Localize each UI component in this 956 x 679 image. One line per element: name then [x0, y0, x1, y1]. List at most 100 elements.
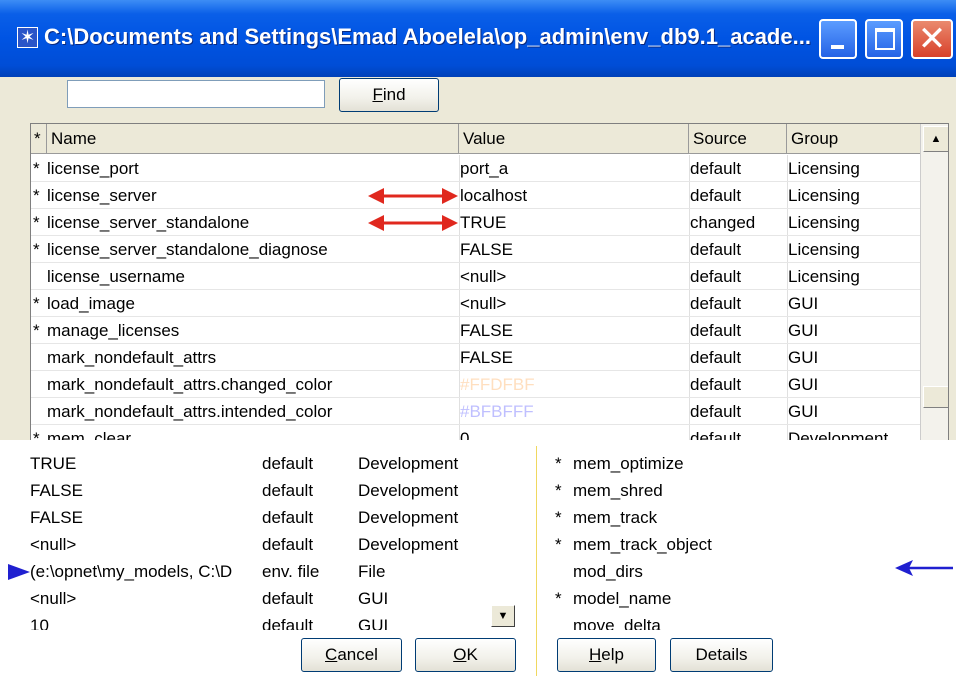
table-row[interactable]: * license_server localhost default Licensing [31, 182, 920, 209]
search-input[interactable] [67, 80, 325, 108]
find-button[interactable]: Find [339, 78, 439, 112]
list-item[interactable]: 10 default GUI [0, 612, 530, 630]
cancel-button[interactable]: Cancel [301, 638, 402, 672]
table-row[interactable]: * license_server_standalone TRUE changed Lic… [31, 209, 920, 236]
table-header: * Name Value Source Group [31, 124, 920, 154]
attribute-group: GUI [788, 348, 819, 367]
attribute-group: Development [358, 454, 459, 473]
header-group[interactable]: Group [787, 124, 920, 154]
details-label: Details [695, 645, 748, 664]
table-row[interactable]: mark_nondefault_attrs.intended_color #BFB… [31, 398, 920, 425]
attribute-group: Licensing [788, 240, 860, 259]
double-arrow-icon [368, 215, 458, 231]
find-label: ind [382, 85, 406, 104]
attribute-value[interactable]: #BFBFFF [460, 398, 688, 425]
find-hotkey: F [372, 85, 383, 104]
modified-mark: * [555, 589, 562, 608]
close-button[interactable]: ✕ [911, 19, 953, 59]
header-source[interactable]: Source [689, 124, 787, 154]
header-mark[interactable]: * [31, 124, 47, 154]
list-item[interactable]: FALSE default Development [0, 477, 530, 504]
attribute-value[interactable]: <null> [460, 290, 688, 317]
attribute-value[interactable]: TRUE [460, 209, 688, 236]
scrollbar-thumb[interactable] [923, 386, 948, 408]
table-row[interactable]: mark_nondefault_attrs FALSE default GUI [31, 344, 920, 371]
attribute-value: FALSE [30, 481, 83, 500]
modified-mark: * [555, 454, 562, 473]
attribute-source: changed [690, 213, 756, 232]
minimize-button[interactable] [819, 19, 857, 59]
attribute-group: GUI [788, 321, 819, 340]
table-row[interactable]: * mem_clear 0 default Development [31, 425, 920, 440]
attribute-source: default [262, 535, 314, 554]
attribute-value: 10 [30, 616, 49, 630]
environment-dialog: ✶ C:\Documents and Settings\Emad Aboelel… [0, 0, 956, 440]
details-button[interactable]: Details [670, 638, 773, 672]
attribute-source: default [262, 454, 314, 473]
arrow-left-icon [895, 560, 953, 576]
attribute-value[interactable]: #FFDFBF [460, 371, 688, 398]
attribute-value[interactable]: 0 [460, 425, 688, 440]
maximize-icon [875, 28, 895, 50]
attribute-value[interactable]: FALSE [460, 236, 688, 263]
attribute-source: default [690, 429, 742, 440]
modified-mark: * [555, 535, 562, 554]
header-name[interactable]: Name [47, 124, 459, 154]
double-arrow-icon [368, 188, 458, 204]
panel-divider [536, 446, 537, 676]
help-button[interactable]: Help [557, 638, 656, 672]
list-item[interactable]: <null> default Development [0, 531, 530, 558]
lower-right-names: * mem_optimize * mem_shred * mem_track * mem_tr… [545, 440, 955, 630]
red-double-arrows [368, 188, 458, 231]
blue-pointer-left [8, 564, 30, 580]
attribute-name: load_image [47, 294, 135, 313]
table-row[interactable]: license_username <null> default Licensing [31, 263, 920, 290]
attribute-group: GUI [788, 402, 819, 421]
attribute-group: GUI [788, 375, 819, 394]
vertical-scrollbar[interactable]: ▲ [920, 124, 948, 440]
attribute-source: default [690, 267, 742, 286]
star-icon: ✶ [17, 27, 38, 48]
ok-hotkey: O [453, 645, 467, 664]
attribute-value: (e:\opnet\my_models, C:\D [30, 562, 233, 581]
attribute-name: license_server_standalone_diagnose [47, 240, 328, 259]
minimize-icon [831, 45, 844, 49]
attribute-source: default [690, 240, 742, 259]
attribute-group: Development [358, 481, 459, 500]
table-row[interactable]: * license_port port_a default Licensing [31, 155, 920, 182]
modified-mark [33, 371, 47, 398]
chevron-down-icon[interactable]: ▼ [491, 605, 515, 627]
table-row[interactable]: * license_server_standalone_diagnose FALSE… [31, 236, 920, 263]
attribute-source: default [690, 294, 742, 313]
attribute-value[interactable]: <null> [460, 263, 688, 290]
ok-button[interactable]: OK [415, 638, 516, 672]
attribute-value[interactable]: localhost [460, 182, 688, 209]
header-value[interactable]: Value [459, 124, 689, 154]
attribute-source: default [262, 616, 314, 630]
help-label: elp [601, 645, 624, 664]
attribute-source: default [690, 321, 742, 340]
table-row[interactable]: * manage_licenses FALSE default GUI [31, 317, 920, 344]
modified-mark: * [33, 429, 40, 440]
table-row[interactable]: * load_image <null> default GUI [31, 290, 920, 317]
triangle-right-icon [8, 564, 30, 580]
list-item[interactable]: FALSE default Development [0, 504, 530, 531]
attribute-group: File [358, 562, 386, 581]
list-item[interactable]: <null> default GUI [0, 585, 530, 612]
attribute-value[interactable]: FALSE [460, 344, 688, 371]
table-row[interactable]: mark_nondefault_attrs.changed_color #FFDF… [31, 371, 920, 398]
list-item[interactable]: TRUE default Development [0, 450, 530, 477]
ok-label: K [466, 645, 478, 664]
list-item[interactable]: (e:\opnet\my_models, C:\D env. file File [0, 558, 530, 585]
attribute-name: license_port [47, 159, 139, 178]
attribute-name: mem_track_object [573, 535, 712, 554]
attribute-source: default [690, 348, 742, 367]
arrow-up-icon[interactable]: ▲ [923, 126, 948, 152]
modified-mark: * [33, 294, 40, 313]
attribute-value[interactable]: FALSE [460, 317, 688, 344]
attribute-value[interactable]: port_a [460, 155, 688, 182]
title-bar[interactable]: ✶ C:\Documents and Settings\Emad Aboelel… [0, 0, 956, 77]
attribute-group: Development [358, 535, 459, 554]
window-title: C:\Documents and Settings\Emad Aboelela\… [44, 24, 811, 49]
maximize-button[interactable] [865, 19, 903, 59]
